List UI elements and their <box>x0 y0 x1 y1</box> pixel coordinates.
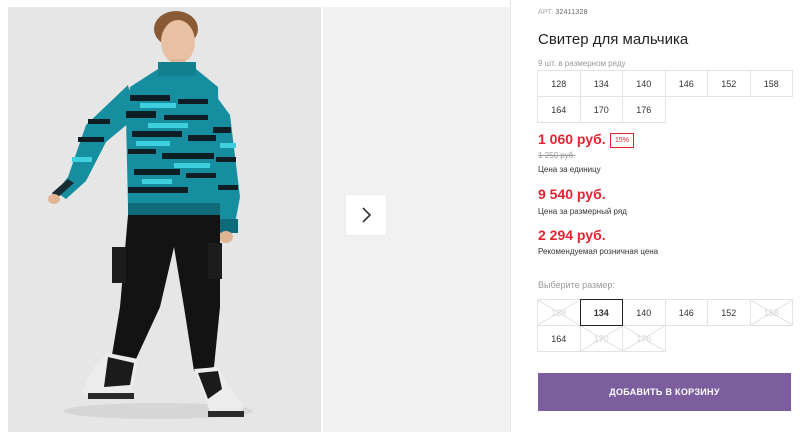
size-option-label: 152 <box>721 307 737 318</box>
size-picker-label: Выберите размер: <box>538 280 615 290</box>
size-option-152[interactable]: 152 <box>707 299 751 326</box>
retail-price: 2 294 руб. <box>538 227 606 243</box>
pack-size-cell: 152 <box>707 70 751 97</box>
size-option-label: 128 <box>551 307 567 318</box>
size-option-label: 164 <box>551 333 567 344</box>
old-price: 1 250 руб. <box>538 151 576 160</box>
sku-value: 32411328 <box>555 9 588 16</box>
discount-badge: 15% <box>610 133 634 148</box>
pack-size-cell: 134 <box>579 70 623 97</box>
size-option-134[interactable]: 134 <box>579 299 623 326</box>
boy-model-image <box>8 7 321 432</box>
product-gallery <box>0 0 510 432</box>
divider <box>510 0 511 432</box>
add-to-cart-button[interactable]: ДОБАВИТЬ В КОРЗИНУ <box>538 373 791 411</box>
product-title: Свитер для мальчика <box>538 31 689 48</box>
pack-size-cell: 140 <box>622 70 666 97</box>
size-option-label: 158 <box>763 307 779 318</box>
pack-size-cell: 170 <box>579 96 623 123</box>
unit-price: 1 060 руб. <box>538 131 606 147</box>
pack-price: 9 540 руб. <box>538 186 606 202</box>
sku: АРТ. 32411328 <box>538 9 588 16</box>
pack-size-note: 9 шт. в размерном ряду <box>538 59 626 68</box>
size-option-label: 176 <box>636 333 652 344</box>
size-picker: 128 134 140 146 152 158 164 170 176 <box>537 299 793 352</box>
size-option-140[interactable]: 140 <box>622 299 666 326</box>
size-option-label: 170 <box>593 333 609 344</box>
pack-size-cell: 128 <box>537 70 581 97</box>
retail-price-label: Рекомендуемая розничная цена <box>538 247 659 256</box>
pack-size-cell: 146 <box>664 70 708 97</box>
product-photo[interactable] <box>8 7 321 432</box>
size-option-164[interactable]: 164 <box>537 325 581 352</box>
size-option-label: 146 <box>678 307 694 318</box>
pack-price-label: Цена за размерный ряд <box>538 207 627 216</box>
size-option-158: 158 <box>749 299 793 326</box>
pack-size-cell: 158 <box>749 70 793 97</box>
pack-sizes-grid: 128 134 140 146 152 158 164 170 176 <box>537 70 793 123</box>
size-option-146[interactable]: 146 <box>664 299 708 326</box>
pack-size-cell: 176 <box>622 96 666 123</box>
unit-price-label: Цена за единицу <box>538 165 601 174</box>
size-option-128: 128 <box>537 299 581 326</box>
size-option-176: 176 <box>622 325 666 352</box>
next-image-button[interactable] <box>346 195 386 235</box>
size-option-label: 140 <box>636 307 652 318</box>
size-option-label: 134 <box>593 307 609 318</box>
chevron-right-icon <box>362 207 372 223</box>
sku-label: АРТ. <box>538 9 554 16</box>
pack-size-cell: 164 <box>537 96 581 123</box>
size-option-170: 170 <box>579 325 623 352</box>
